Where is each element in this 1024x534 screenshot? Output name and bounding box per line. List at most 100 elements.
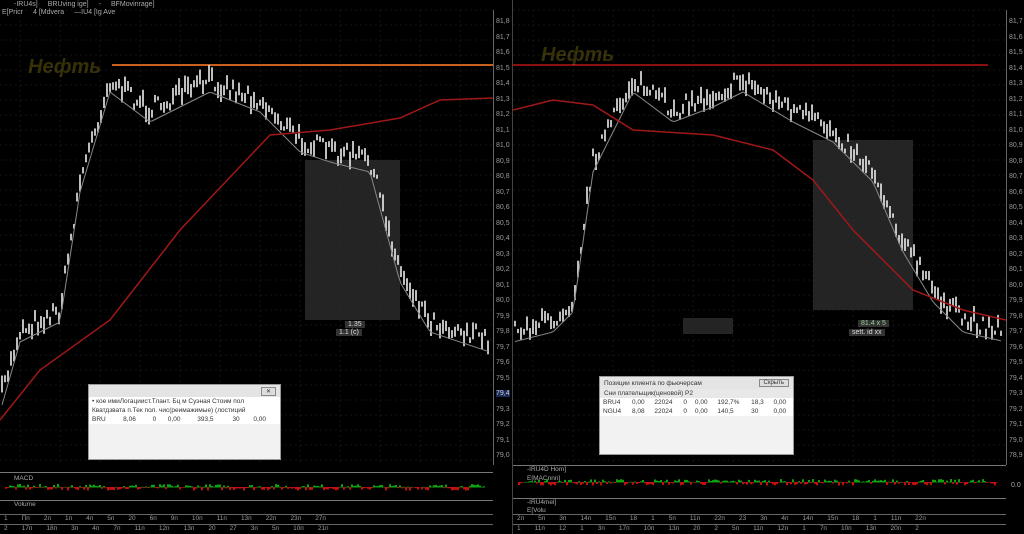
table-row[interactable]: NGU4 8,08 22024 0 0,00 140,5 30 0,00 [600, 407, 793, 416]
axis-tick-label: 81,3 [496, 95, 510, 103]
cell: 18,3 [751, 399, 764, 406]
histogram-bar [864, 481, 866, 483]
histogram-bar [195, 487, 197, 489]
right-price-axis[interactable]: 81,7 81,6 81,5 81,4 81,3 81,2 81,1 81,0 80,9 80,8… [1006, 10, 1024, 465]
histogram-bar [806, 482, 808, 485]
histogram-bar [407, 486, 409, 488]
time-label: 15п [605, 515, 616, 522]
axis-tick-label: 80,1 [1009, 266, 1023, 274]
axis-tick-label: 80,8 [1009, 157, 1023, 165]
histogram-bar [812, 479, 814, 483]
histogram-bar [245, 487, 247, 489]
dialog-title: Позиции клиента по фьючерсам [604, 379, 702, 387]
histogram-bar [193, 487, 195, 491]
histogram-bar [832, 482, 834, 484]
histogram-bar [764, 480, 766, 483]
time-label: 23п [290, 515, 302, 522]
histogram-bar [920, 480, 922, 483]
right-chart-panel[interactable]: Нефть 81.4 x 5 sett. id xx 81,7 81,6 81,5 8… [512, 0, 1024, 534]
cell: 393,5 [197, 416, 214, 423]
dialog-titlebar[interactable]: Позиции клиента по фьючерсам Скрыть [600, 377, 793, 389]
histogram-bar [29, 487, 31, 490]
cell: 30 [232, 416, 240, 423]
left-time-axis-row-2[interactable]: 2 17п 18п 3п 4п 7п 11п 12п 13п 20 27 3п 5п 10п 21п [0, 524, 493, 534]
left-chart-panel[interactable]: -IRU4s] BRUving ige] - BFMovinrage] E[Pricr… [0, 0, 512, 534]
cell: BRU [92, 416, 106, 423]
histogram-bar [425, 487, 427, 490]
histogram-bar [824, 479, 826, 483]
histogram-bar [103, 485, 105, 488]
dialog-hide-button[interactable]: Скрыть [758, 379, 789, 387]
histogram-bar [668, 482, 670, 485]
histogram-bar [760, 482, 762, 485]
right-time-axis-row-2[interactable]: 1 11п 12 1 3п 17п 10п 13п 20 2 5п 11п 12п 1 7п 10п 13п 20… [513, 524, 1006, 534]
histogram-bar [530, 481, 532, 483]
histogram-bar [267, 487, 269, 491]
histogram-bar [676, 481, 678, 483]
right-macd-histogram [518, 479, 998, 486]
axis-tick-label: 79,3 [496, 405, 510, 413]
time-label: 2 [4, 525, 8, 532]
histogram-bar [353, 485, 355, 488]
histogram-bar [363, 487, 365, 489]
histogram-bar [534, 480, 536, 483]
axis-tick-label: 79,3 [1009, 390, 1023, 398]
histogram-bar [277, 484, 279, 488]
histogram-bar [315, 485, 317, 488]
histogram-bar [71, 485, 73, 488]
time-label: 21п [317, 525, 329, 532]
axis-tick-label: 79,5 [1009, 359, 1023, 367]
axis-tick-label: 80,3 [1009, 235, 1023, 243]
left-macd-panel[interactable]: MACD [0, 472, 493, 500]
axis-tick-label: 80,7 [496, 188, 510, 196]
histogram-bar [882, 480, 884, 483]
histogram-bar [752, 482, 754, 484]
histogram-bar [996, 482, 998, 483]
histogram-bar [756, 480, 758, 483]
right-time-axis-row-1[interactable]: 2п 5п 3п 14п 15п 18 1 5п 11п 22п 23 3п 4п 14п 15п 18 1 11… [513, 514, 1006, 524]
time-label: 11п [890, 515, 902, 522]
time-label: 15п [827, 515, 838, 522]
left-time-axis-row-1[interactable]: 1 Пп 2п 1п 4п 5п 20 6п 9п 10п 11п 13п 22п 23п 27п [0, 514, 493, 524]
left-positions-dialog[interactable]: ✕ • кое имиЛогациист.Тлант. Бц м Суэная … [88, 384, 281, 460]
time-label: 22п [915, 515, 926, 522]
time-label: 9п [170, 515, 178, 522]
histogram-bar [748, 479, 750, 483]
right-macd-panel[interactable]: -IRU4D Hom] E[MACnnn] [513, 465, 1006, 497]
histogram-bar [217, 484, 219, 488]
histogram-bar [369, 487, 371, 490]
time-label: 4п [86, 515, 94, 522]
table-row[interactable]: BRU4 0,00 22024 0 0,00 192,7% 18,3 0,00 [600, 398, 793, 407]
right-positions-dialog[interactable]: Позиции клиента по фьючерсам Скрыть Сни п… [599, 376, 794, 455]
left-price-axis[interactable]: 81,8 81,7 81,6 81,5 81,4 81,3 81,2 81,1 81,0 80,9… [493, 10, 512, 465]
time-label: 7п [819, 525, 827, 532]
axis-tick-label: 80,0 [496, 297, 510, 305]
dialog-titlebar[interactable]: ✕ [89, 385, 280, 397]
histogram-bar [742, 482, 744, 485]
histogram-bar [950, 479, 952, 483]
time-label: 11п [753, 525, 764, 532]
histogram-bar [690, 482, 692, 485]
axis-tick-label: 81,4 [496, 80, 510, 88]
legend-series: 4 [Mdvera [33, 9, 65, 16]
histogram-bar [594, 479, 596, 483]
histogram-bar [664, 481, 666, 483]
histogram-bar [930, 482, 932, 486]
histogram-bar [473, 484, 475, 488]
histogram-bar [888, 481, 890, 483]
dialog-close-button[interactable]: ✕ [260, 386, 276, 396]
right-volume-panel[interactable]: -IRU4mel] E[Volu [513, 498, 1006, 514]
time-label: 14п [802, 515, 814, 522]
histogram-bar [522, 482, 524, 483]
histogram-bar [257, 486, 259, 488]
histogram-bar [145, 486, 147, 488]
left-volume-panel[interactable]: Volume [0, 500, 493, 508]
histogram-bar [954, 479, 956, 483]
moving-average-line [0, 97, 493, 421]
histogram-bar [968, 481, 970, 483]
histogram-bar [866, 480, 868, 483]
histogram-bar [722, 480, 724, 483]
histogram-bar [762, 480, 764, 483]
table-row[interactable]: BRU 8,06 0 0,00 393,5 30 0,00 [89, 415, 280, 424]
cell: 22024 [654, 408, 673, 415]
